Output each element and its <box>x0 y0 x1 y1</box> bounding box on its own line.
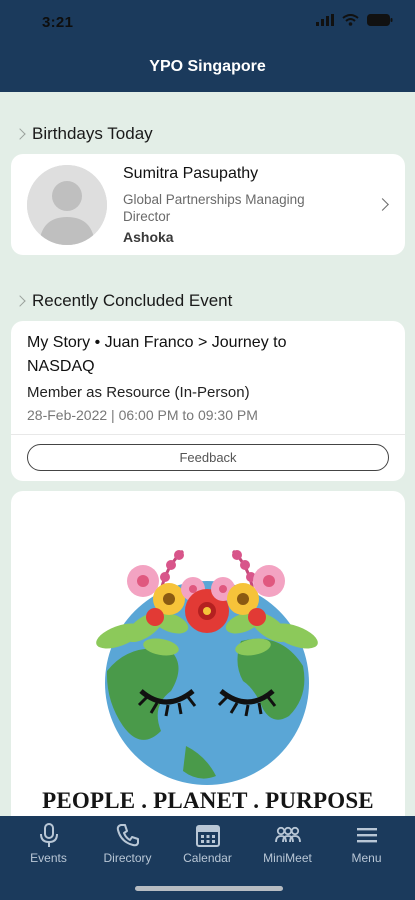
member-role: Global Partnerships Managing Director <box>123 192 305 224</box>
earth-flower-crown-illustration <box>96 549 318 785</box>
page-title: YPO Singapore <box>149 58 266 75</box>
feedback-button[interactable]: Feedback <box>27 444 389 471</box>
tab-minimeet[interactable]: MiniMeet <box>246 822 329 865</box>
tab-menu[interactable]: Menu <box>325 822 408 865</box>
home-indicator[interactable] <box>135 886 283 891</box>
calendar-icon <box>195 825 220 847</box>
status-time: 3:21 <box>42 14 74 31</box>
tab-calendar[interactable]: Calendar <box>166 822 249 865</box>
avatar <box>27 165 107 245</box>
banner-caption: PEOPLE . PLANET . PURPOSE <box>42 788 374 813</box>
event-type: Member as Resource (In-Person) <box>27 384 250 401</box>
promo-banner[interactable]: PEOPLE . PLANET . PURPOSE <box>11 491 405 816</box>
person-placeholder-icon <box>27 165 107 245</box>
event-card[interactable]: My Story • Juan Franco > Journey to NASD… <box>11 321 405 481</box>
home-feed[interactable]: Birthdays Today Sumitra Pasupathy Global… <box>0 92 415 816</box>
tab-label: MiniMeet <box>263 851 312 865</box>
group-icon <box>274 826 301 843</box>
section-title: Recently Concluded Event <box>32 291 233 310</box>
member-organization: Ashoka <box>123 229 174 245</box>
microphone-icon <box>39 823 58 847</box>
status-icons <box>316 14 393 26</box>
event-datetime: 28-Feb-2022 | 06:00 PM to 09:30 PM <box>27 407 258 423</box>
hamburger-icon <box>356 828 377 843</box>
wifi-icon <box>342 14 359 26</box>
divider <box>11 434 405 435</box>
section-title: Birthdays Today <box>32 124 153 143</box>
battery-icon <box>367 14 393 26</box>
birthdays-section-header[interactable]: Birthdays Today <box>14 124 153 144</box>
tab-label: Directory <box>103 851 152 865</box>
birthday-card[interactable]: Sumitra Pasupathy Global Partnerships Ma… <box>11 154 405 255</box>
chevron-right-icon <box>14 128 26 140</box>
tab-label: Events <box>30 851 67 865</box>
signal-icon <box>316 14 334 26</box>
chevron-right-icon <box>14 295 26 307</box>
tab-label: Menu <box>351 851 382 865</box>
tab-events[interactable]: Events <box>7 822 90 865</box>
member-name: Sumitra Pasupathy <box>123 165 259 182</box>
chevron-right-icon <box>376 198 389 211</box>
app-header: 3:21 YPO Singapore <box>0 0 415 92</box>
tab-directory[interactable]: Directory <box>86 822 169 865</box>
tab-label: Calendar <box>183 851 232 865</box>
event-title: My Story • Juan Franco > Journey to NASD… <box>27 334 287 375</box>
recent-event-section-header[interactable]: Recently Concluded Event <box>14 291 233 311</box>
phone-icon <box>116 824 139 847</box>
